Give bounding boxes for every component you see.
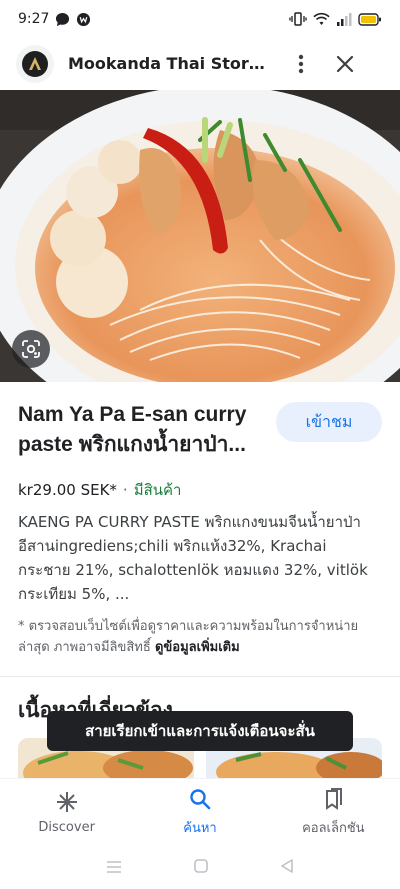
- close-icon: [336, 55, 354, 73]
- price-disclaimer: * ตรวจสอบเว็บไซต์เพื่อดูราคาและความพร้อม…: [18, 616, 382, 658]
- status-bar: 9:27: [0, 0, 400, 38]
- store-name[interactable]: Mookanda Thai Store มุ...: [68, 52, 273, 77]
- product-price: kr29.00 SEK*: [18, 481, 117, 499]
- system-nav-bar: [0, 846, 400, 889]
- product-image[interactable]: [0, 90, 400, 382]
- wifi-icon: [313, 12, 330, 26]
- more-vert-icon: [298, 54, 304, 74]
- bottom-nav: Discover ค้นหา คอลเล็กชัน: [0, 778, 400, 846]
- nav-collections[interactable]: คอลเล็กชัน: [267, 779, 400, 846]
- app-notification-icon: [76, 12, 91, 27]
- nav-search-label: ค้นหา: [183, 821, 217, 836]
- product-panel: Nam Ya Pa E-san curry paste พริกแกงน้ำยา…: [18, 400, 382, 655]
- product-description: KAENG PA CURRY PASTE พริกแกงขนมจีนน้ำยาป…: [18, 513, 368, 603]
- collections-icon: [322, 787, 344, 811]
- section-divider: [0, 676, 400, 677]
- lens-icon: [22, 340, 40, 358]
- nav-discover-label: Discover: [38, 820, 95, 835]
- status-time: 9:27: [18, 11, 50, 27]
- more-options-button[interactable]: [289, 52, 313, 76]
- google-lens-button[interactable]: [12, 330, 50, 368]
- home-square-icon: [194, 859, 208, 873]
- vibrate-toast: สายเรียกเข้าและการแจ้งเตือนจะสั่น: [47, 711, 353, 751]
- home-button[interactable]: [194, 858, 208, 877]
- nav-discover[interactable]: Discover: [0, 779, 133, 846]
- more-info-link[interactable]: ดูข้อมูลเพิ่มเติม: [155, 640, 240, 655]
- close-button[interactable]: [331, 50, 359, 78]
- nav-search[interactable]: ค้นหา: [133, 779, 266, 846]
- price-separator: ·: [122, 481, 128, 499]
- signal-icon: [336, 12, 352, 26]
- price-row: kr29.00 SEK* · มีสินค้า: [18, 478, 181, 502]
- app-header: Mookanda Thai Store มุ...: [0, 38, 400, 90]
- asterisk-icon: [56, 790, 78, 814]
- back-button[interactable]: [280, 858, 294, 877]
- product-title[interactable]: Nam Ya Pa E-san curry paste พริกแกงน้ำยา…: [18, 400, 263, 460]
- battery-icon: [358, 12, 382, 26]
- stock-status: มีสินค้า: [133, 481, 182, 499]
- menu-icon: [107, 861, 121, 873]
- recents-button[interactable]: [106, 858, 122, 877]
- store-logo: [16, 45, 54, 83]
- vibrate-icon: [289, 12, 307, 26]
- chat-notification-icon: [55, 12, 70, 27]
- back-triangle-icon: [281, 859, 293, 873]
- search-icon: [189, 787, 211, 811]
- visit-button[interactable]: เข้าชม: [276, 402, 382, 442]
- nav-collections-label: คอลเล็กชัน: [302, 821, 365, 836]
